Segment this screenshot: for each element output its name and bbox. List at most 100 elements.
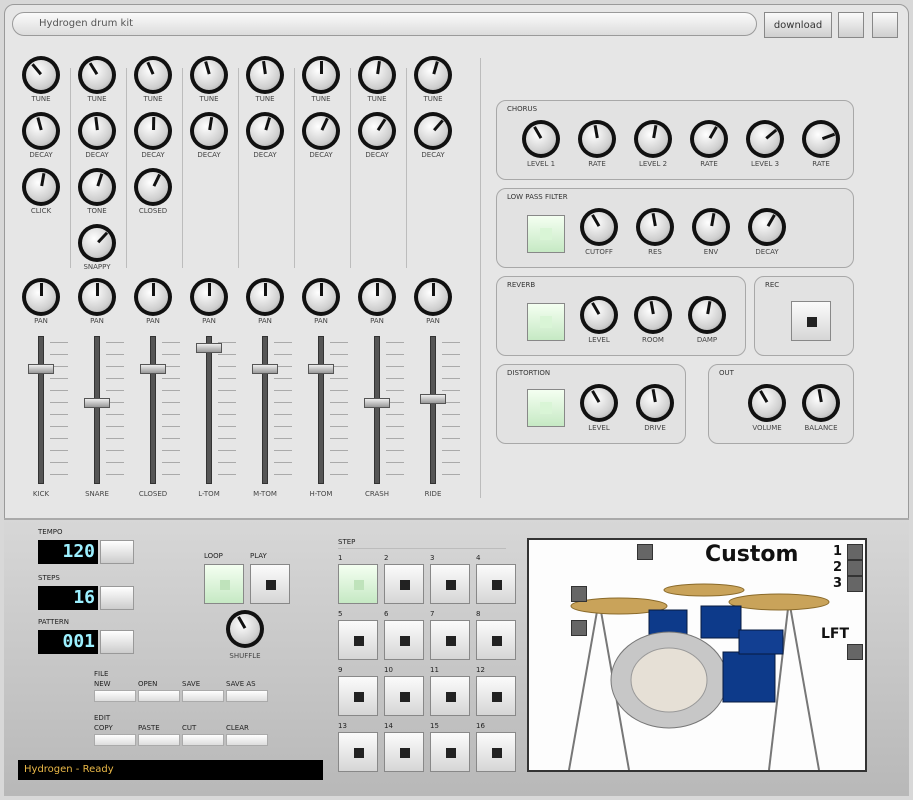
distortion-knob[interactable]: [636, 384, 674, 422]
filter-knob[interactable]: [692, 208, 730, 246]
channel-knob[interactable]: [190, 56, 228, 94]
step-button[interactable]: [430, 732, 470, 772]
reverb-knob[interactable]: [634, 296, 672, 334]
fader-cap[interactable]: [252, 363, 278, 374]
channel-knob[interactable]: [134, 56, 172, 94]
fader-cap[interactable]: [140, 363, 166, 374]
channel-knob[interactable]: [246, 112, 284, 150]
edit-button[interactable]: [94, 734, 136, 746]
file-button[interactable]: [226, 690, 268, 702]
kit-pad-button[interactable]: [571, 586, 587, 602]
channel-knob[interactable]: [22, 112, 60, 150]
fader-cap[interactable]: [364, 398, 390, 409]
step-button[interactable]: [338, 564, 378, 604]
rec-button[interactable]: [791, 301, 831, 341]
distortion-knob[interactable]: [580, 384, 618, 422]
fader-cap[interactable]: [308, 363, 334, 374]
fader-cap[interactable]: [196, 342, 222, 353]
shuffle-knob[interactable]: [226, 610, 264, 648]
kit-pad-button[interactable]: [847, 644, 863, 660]
pan-knob[interactable]: [78, 278, 116, 316]
channel-knob[interactable]: [22, 168, 60, 206]
out-knob[interactable]: [748, 384, 786, 422]
step-button[interactable]: [384, 620, 424, 660]
kit-select-button[interactable]: [847, 560, 863, 576]
loop-button[interactable]: [204, 564, 244, 604]
channel-knob[interactable]: [302, 112, 340, 150]
edit-button[interactable]: [138, 734, 180, 746]
out-knob[interactable]: [802, 384, 840, 422]
channel-knob[interactable]: [78, 112, 116, 150]
chorus-knob[interactable]: [578, 120, 616, 158]
step-button[interactable]: [338, 676, 378, 716]
download-button[interactable]: download: [764, 12, 832, 38]
fader-track[interactable]: [430, 336, 436, 484]
channel-knob[interactable]: [190, 112, 228, 150]
tempo-spinner[interactable]: [100, 540, 134, 564]
step-button[interactable]: [430, 676, 470, 716]
step-button[interactable]: [476, 732, 516, 772]
pan-knob[interactable]: [134, 278, 172, 316]
fader-track[interactable]: [262, 336, 268, 484]
steps-spinner[interactable]: [100, 586, 134, 610]
channel-knob[interactable]: [134, 112, 172, 150]
channel-knob[interactable]: [134, 168, 172, 206]
file-button[interactable]: [94, 690, 136, 702]
pan-knob[interactable]: [414, 278, 452, 316]
file-button[interactable]: [182, 690, 224, 702]
kit-select-button[interactable]: [847, 544, 863, 560]
play-button[interactable]: [250, 564, 290, 604]
reverb-knob[interactable]: [580, 296, 618, 334]
close-icon[interactable]: [872, 12, 898, 38]
fader-track[interactable]: [38, 336, 44, 484]
chorus-knob[interactable]: [746, 120, 784, 158]
step-button[interactable]: [430, 620, 470, 660]
step-button[interactable]: [430, 564, 470, 604]
step-button[interactable]: [338, 732, 378, 772]
fader-cap[interactable]: [84, 398, 110, 409]
pan-knob[interactable]: [358, 278, 396, 316]
fader-track[interactable]: [150, 336, 156, 484]
pan-knob[interactable]: [22, 278, 60, 316]
pan-knob[interactable]: [302, 278, 340, 316]
fader-track[interactable]: [318, 336, 324, 484]
channel-knob[interactable]: [22, 56, 60, 94]
channel-knob[interactable]: [414, 56, 452, 94]
step-button[interactable]: [338, 620, 378, 660]
chorus-knob[interactable]: [634, 120, 672, 158]
filter-toggle[interactable]: [527, 215, 565, 253]
channel-knob[interactable]: [78, 56, 116, 94]
channel-knob[interactable]: [302, 56, 340, 94]
file-button[interactable]: [138, 690, 180, 702]
channel-knob[interactable]: [414, 112, 452, 150]
kit-select-button[interactable]: [847, 576, 863, 592]
reverb-toggle[interactable]: [527, 303, 565, 341]
chorus-knob[interactable]: [690, 120, 728, 158]
chorus-knob[interactable]: [802, 120, 840, 158]
reverb-knob[interactable]: [688, 296, 726, 334]
pan-knob[interactable]: [190, 278, 228, 316]
chorus-knob[interactable]: [522, 120, 560, 158]
channel-knob[interactable]: [78, 224, 116, 262]
channel-knob[interactable]: [246, 56, 284, 94]
filter-knob[interactable]: [580, 208, 618, 246]
edit-button[interactable]: [182, 734, 224, 746]
fader-track[interactable]: [206, 336, 212, 484]
fader-track[interactable]: [374, 336, 380, 484]
step-button[interactable]: [476, 676, 516, 716]
step-button[interactable]: [476, 620, 516, 660]
channel-knob[interactable]: [78, 168, 116, 206]
channel-knob[interactable]: [358, 56, 396, 94]
step-button[interactable]: [384, 676, 424, 716]
filter-knob[interactable]: [636, 208, 674, 246]
step-button[interactable]: [384, 564, 424, 604]
pan-knob[interactable]: [246, 278, 284, 316]
title-bar[interactable]: Hydrogen drum kit: [12, 12, 757, 36]
filter-knob[interactable]: [748, 208, 786, 246]
kit-pad-button[interactable]: [637, 544, 653, 560]
pattern-spinner[interactable]: [100, 630, 134, 654]
distortion-toggle[interactable]: [527, 389, 565, 427]
fader-track[interactable]: [94, 336, 100, 484]
minimize-icon[interactable]: [838, 12, 864, 38]
step-button[interactable]: [384, 732, 424, 772]
